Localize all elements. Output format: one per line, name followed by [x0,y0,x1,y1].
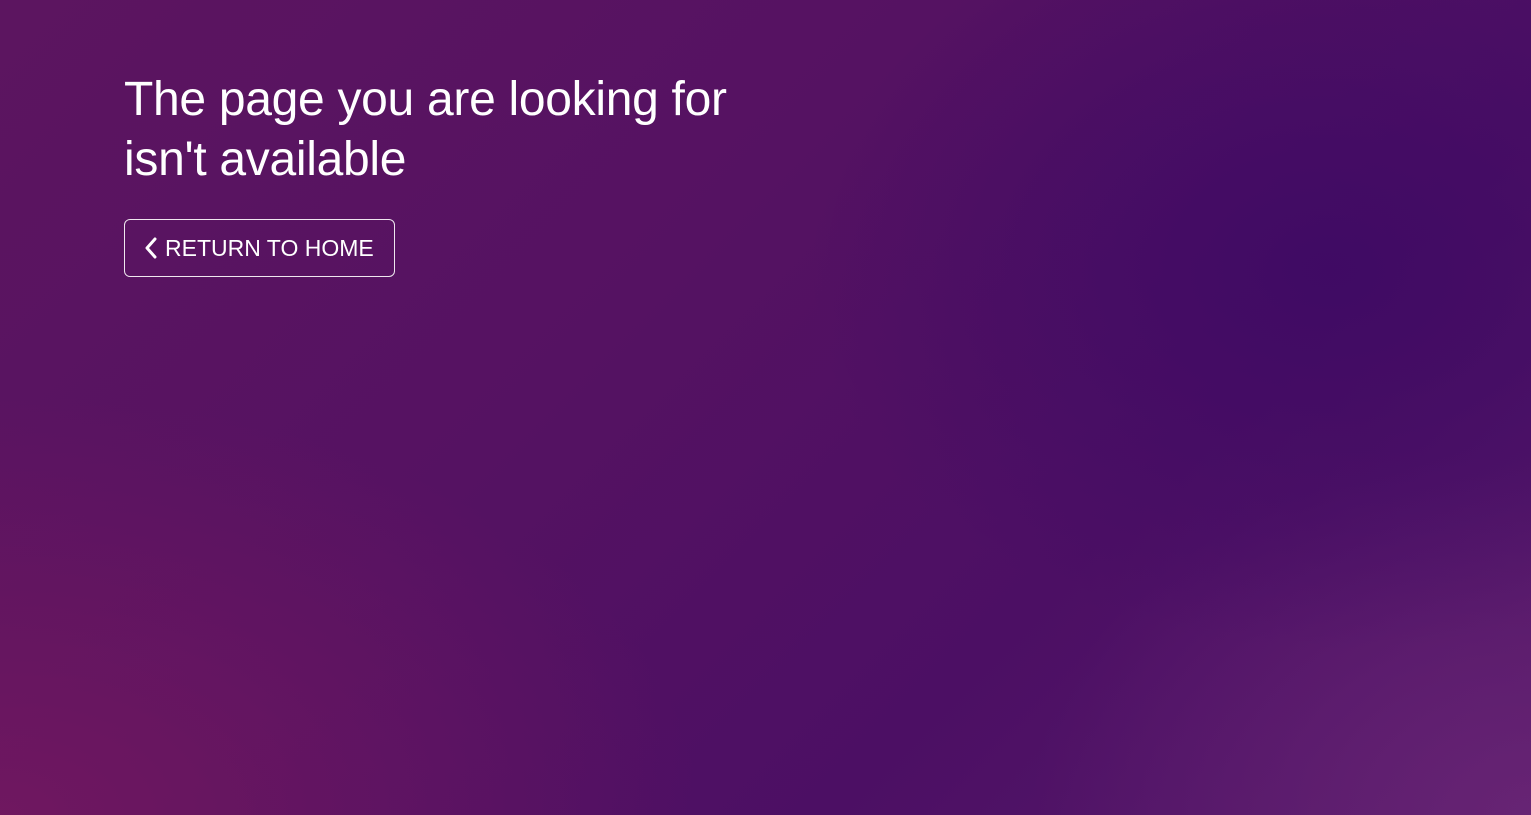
page-title-line-1: The page you are looking for [124,73,727,126]
page-title-line-2: isn't available [124,133,407,186]
return-to-home-label: RETURN TO HOME [165,234,374,261]
error-page: The page you are looking for isn't avail… [124,70,824,277]
chevron-left-icon [143,235,159,261]
page-title: The page you are looking for isn't avail… [124,70,824,190]
return-to-home-button[interactable]: RETURN TO HOME [124,219,395,277]
